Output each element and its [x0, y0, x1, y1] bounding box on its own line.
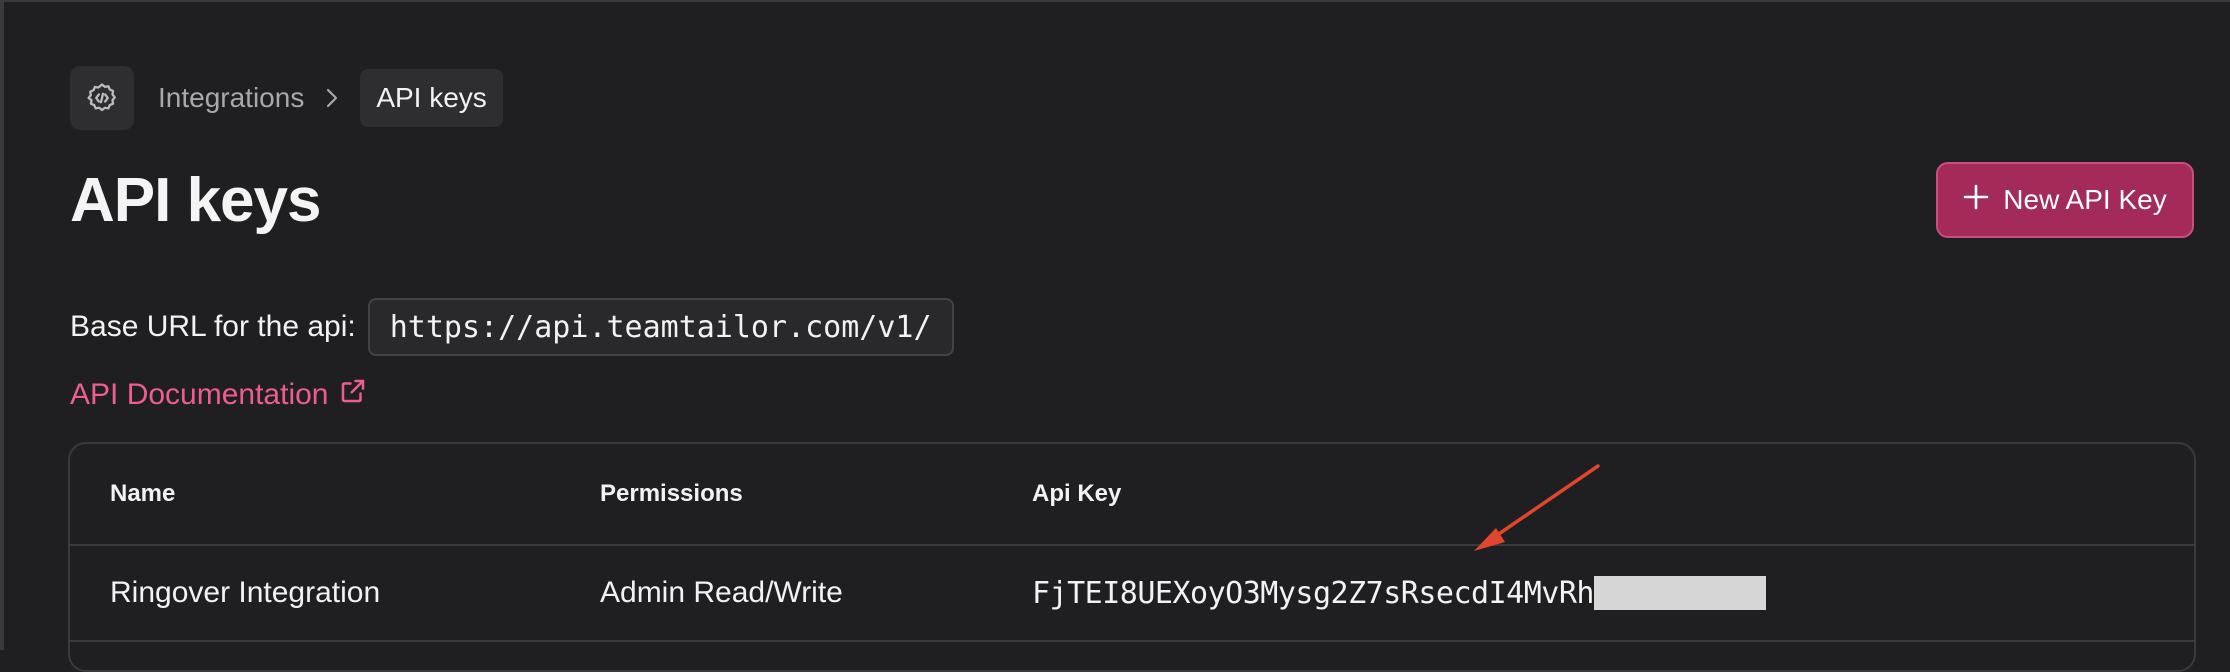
row-permissions: Admin Read/Write: [600, 576, 843, 609]
column-header-permissions: Permissions: [600, 480, 743, 507]
window-top-border: [0, 0, 2230, 2]
page-title: API keys: [70, 166, 322, 235]
external-link-icon: [338, 376, 368, 414]
row-name: Ringover Integration: [110, 576, 381, 609]
api-documentation-link[interactable]: API Documentation: [70, 374, 368, 416]
chevron-right-icon: [324, 87, 340, 109]
base-url-value: https://api.teamtailor.com/v1/: [367, 298, 954, 356]
base-url-row: Base URL for the api: https://api.teamta…: [70, 298, 954, 356]
column-header-name: Name: [110, 480, 176, 507]
plus-icon: [1963, 184, 1989, 217]
redaction-box: [1593, 576, 1766, 610]
breadcrumb-integrations-link[interactable]: Integrations: [158, 82, 304, 114]
new-api-key-button[interactable]: New API Key: [1936, 162, 2194, 238]
api-key-value[interactable]: FjTEI8UEXoyO3Mysg2Z7sRsecdI4MvRh: [1032, 576, 1594, 611]
new-api-key-label: New API Key: [2003, 184, 2167, 215]
breadcrumb: Integrations API keys: [70, 66, 503, 130]
column-header-api-key: Api Key: [1032, 480, 1122, 507]
window-left-border: [0, 0, 4, 650]
base-url-label: Base URL for the api:: [70, 310, 356, 343]
table-row[interactable]: Ringover Integration Admin Read/Write Fj…: [70, 546, 2194, 642]
api-documentation-label: API Documentation: [70, 378, 329, 411]
api-keys-table: Name Permissions Api Key Ringover Integr…: [68, 442, 2196, 672]
row-api-key[interactable]: FjTEI8UEXoyO3Mysg2Z7sRsecdI4MvRh: [1032, 546, 1766, 640]
code-gear-icon[interactable]: [70, 66, 134, 130]
table-header-row: Name Permissions Api Key: [70, 444, 2194, 546]
breadcrumb-current: API keys: [360, 69, 503, 127]
